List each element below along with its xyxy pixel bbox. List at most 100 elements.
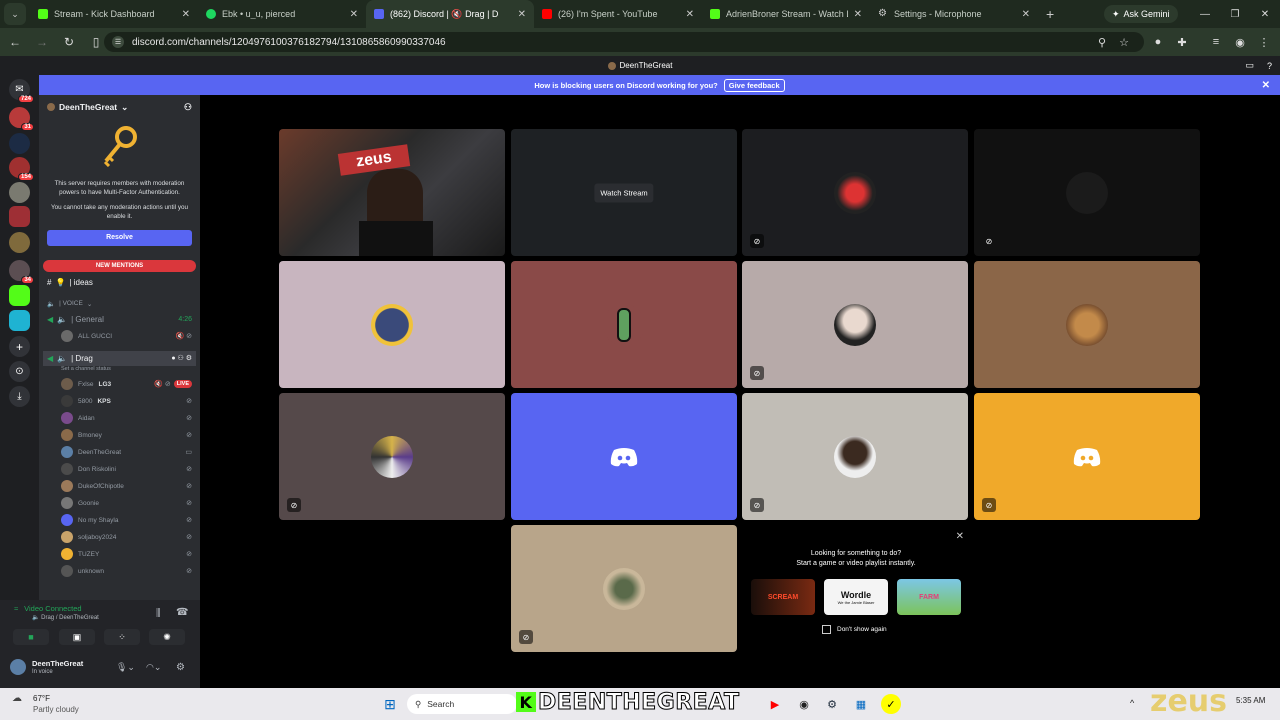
taskbar-search[interactable]: ⚲ Search xyxy=(407,694,517,714)
close-icon[interactable]: ✕ xyxy=(1022,9,1030,20)
server-icon[interactable] xyxy=(9,232,30,253)
video-tile-user[interactable] xyxy=(974,261,1200,388)
video-tile-user[interactable]: ⊘ xyxy=(742,393,968,520)
video-tile-user[interactable]: ⊘ xyxy=(974,393,1200,520)
back-icon[interactable]: ← xyxy=(3,30,27,54)
url-bar[interactable]: ☰ discord.com/channels/120497610037618279… xyxy=(104,32,1144,52)
gear-icon[interactable]: ⚙ xyxy=(176,662,185,673)
browser-tab-kick-stream[interactable]: AdrienBroner Stream - Watch L ✕ xyxy=(702,0,870,28)
weather-temp[interactable]: 67°F xyxy=(33,694,50,703)
browser-tab-youtube[interactable]: (26) I'm Spent - YouTube ✕ xyxy=(534,0,702,28)
video-tile-stream[interactable]: Watch Stream xyxy=(511,129,737,256)
compass-icon[interactable]: ⊙ xyxy=(9,361,30,382)
video-tile-user[interactable]: ⊘ xyxy=(742,129,968,256)
camera-button[interactable]: ■ xyxy=(13,629,49,645)
video-tile-user[interactable]: ⊘ xyxy=(742,261,968,388)
avatar[interactable]: ◉ xyxy=(1230,32,1250,52)
youtube-icon[interactable]: ▶ xyxy=(765,694,785,714)
windows-start-icon[interactable]: ⊞ xyxy=(380,694,400,714)
list-item[interactable]: DukeOfChipotle ⊘ xyxy=(39,478,200,495)
media-icon[interactable]: ≡ xyxy=(1206,32,1226,52)
activity-wordle-card[interactable]: Wordle We the Jamie Blaser xyxy=(824,579,888,615)
new-tab-button[interactable]: + xyxy=(1038,6,1062,22)
help-icon[interactable]: ? xyxy=(1267,61,1272,71)
list-item[interactable]: Fxlse LG3 🔇 ⊘ LIVE xyxy=(39,376,200,393)
server-icon[interactable]: 31 xyxy=(9,107,34,131)
video-tile-user[interactable] xyxy=(279,261,505,388)
channel-actions-icon[interactable]: ● ⚇ ⚙ xyxy=(171,354,192,362)
server-icon[interactable] xyxy=(9,182,30,203)
browser-tab-settings[interactable]: ⚙ Settings - Microphone ✕ xyxy=(870,0,1038,28)
list-item[interactable]: Don Riskolini ⊘ xyxy=(39,461,200,478)
screen-share-button[interactable]: ▣ xyxy=(59,629,95,645)
give-feedback-button[interactable]: Give feedback xyxy=(723,78,785,92)
headphones-icon[interactable]: ◠⌄ xyxy=(146,662,161,673)
disconnect-icon[interactable]: ☎ xyxy=(176,607,188,618)
list-item[interactable]: unknown ⊘ xyxy=(39,563,200,580)
download-icon[interactable]: ⤓ xyxy=(9,386,30,407)
extensions-icon[interactable]: ✚ xyxy=(1172,32,1192,52)
activity-button[interactable]: ⁘ xyxy=(104,629,140,645)
server-icon[interactable] xyxy=(9,133,30,154)
list-item[interactable]: 5800 KPS ⊘ xyxy=(39,393,200,410)
avatar[interactable] xyxy=(10,659,26,675)
discord-home-icon[interactable]: ✉ 724 xyxy=(9,79,34,103)
server-icon[interactable]: 154 xyxy=(9,157,34,181)
video-tile-user[interactable] xyxy=(511,393,737,520)
browser-tab-kick[interactable]: Stream - Kick Dashboard ✕ xyxy=(30,0,198,28)
watch-stream-button[interactable]: Watch Stream xyxy=(594,183,654,202)
list-item[interactable]: soljaboy2024 ⊘ xyxy=(39,529,200,546)
list-item[interactable]: DeenTheGreat ▭ xyxy=(39,444,200,461)
category-voice[interactable]: 🔈 | VOICE ⌄ xyxy=(39,297,200,311)
channel-drag[interactable]: ◀ 🔈 | Drag ● ⚇ ⚙ xyxy=(43,350,196,366)
browser-tab-spotify[interactable]: Ebk • u_u, pierced ✕ xyxy=(198,0,366,28)
server-header[interactable]: DeenTheGreat ⌄ ⚇ xyxy=(39,95,200,119)
close-icon[interactable]: ✕ xyxy=(956,531,964,542)
new-mentions-pill[interactable]: NEW MENTIONS xyxy=(43,259,196,272)
app-icon[interactable]: ✓ xyxy=(881,694,901,714)
menu-icon[interactable]: ⋮ xyxy=(1254,32,1274,52)
ask-gemini-button[interactable]: ✦ Ask Gemini xyxy=(1104,5,1178,23)
reload-icon[interactable]: ↻ xyxy=(57,30,81,54)
resolve-button[interactable]: Resolve xyxy=(47,229,192,246)
member-all-gucci[interactable]: ALL GUCCI 🔇 ⊘ xyxy=(39,328,200,345)
soundboard-button[interactable]: ✺ xyxy=(149,629,185,645)
server-icon[interactable] xyxy=(9,285,30,306)
minimize-button[interactable]: — xyxy=(1190,0,1220,28)
video-tile-user[interactable]: ⊘ xyxy=(511,525,737,652)
list-item[interactable]: Goonie ⊘ xyxy=(39,495,200,512)
voice-location[interactable]: 🔈 Drag / DeenTheGreat xyxy=(32,614,99,621)
clock[interactable]: 5:35 AM xyxy=(1236,696,1265,705)
profile-icon[interactable]: ● xyxy=(1148,32,1168,52)
zoom-icon[interactable]: ⚲ xyxy=(1092,32,1112,52)
bookmark-star-icon[interactable]: ☆ xyxy=(1114,32,1134,52)
steam-icon[interactable]: ⚙ xyxy=(822,694,842,714)
channel-ideas[interactable]: # 💡 | ideas xyxy=(39,274,200,291)
forward-icon[interactable]: → xyxy=(30,30,54,54)
chevron-up-icon[interactable]: ^ xyxy=(1130,698,1134,708)
noise-suppression-icon[interactable]: ⫼ xyxy=(156,608,161,619)
maximize-button[interactable]: ❐ xyxy=(1220,0,1250,28)
list-item[interactable]: Aidan ⊘ xyxy=(39,410,200,427)
site-info-icon[interactable]: ☰ xyxy=(112,36,124,48)
video-tile-stream-camera[interactable]: zeus xyxy=(279,129,505,256)
channel-status[interactable]: Set a channel status xyxy=(39,366,200,376)
close-icon[interactable]: ✕ xyxy=(518,9,526,20)
close-window-button[interactable]: ✕ xyxy=(1250,0,1280,28)
close-icon[interactable]: ✕ xyxy=(854,9,862,20)
chrome-icon[interactable]: ◉ xyxy=(794,694,814,714)
server-icon[interactable]: 34 xyxy=(9,260,34,284)
list-item[interactable]: No my Shayla ⊘ xyxy=(39,512,200,529)
add-server-icon[interactable]: + xyxy=(9,336,30,357)
server-icon[interactable] xyxy=(9,206,30,227)
activity-farm-card[interactable]: FARM xyxy=(897,579,961,615)
server-icon[interactable] xyxy=(9,310,30,331)
tab-search-icon[interactable]: ⌄ xyxy=(4,3,26,25)
video-tile-user[interactable]: ⊘ xyxy=(974,129,1200,256)
close-icon[interactable]: ✕ xyxy=(350,9,358,20)
close-icon[interactable]: ✕ xyxy=(686,9,694,20)
add-member-icon[interactable]: ⚇ xyxy=(184,102,192,113)
dont-show-again-checkbox[interactable]: Don't show again xyxy=(822,625,887,634)
activity-scream-card[interactable]: SCREAM xyxy=(751,579,815,615)
video-tile-user[interactable] xyxy=(511,261,737,388)
